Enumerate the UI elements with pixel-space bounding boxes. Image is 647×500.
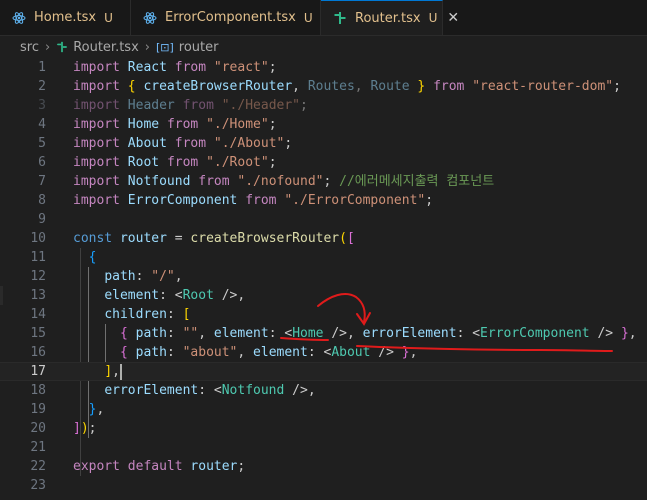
close-icon[interactable]: ✕ [447, 10, 459, 26]
code-line: 20]); [30, 421, 97, 436]
code-line: 16 { path: "about", element: <About /> }… [30, 345, 418, 360]
code-line: 12 path: "/", [30, 269, 183, 284]
code-line: 9 [38, 212, 46, 227]
breadcrumb-file[interactable]: Router.tsx [73, 40, 139, 55]
untracked-badge: U [428, 11, 438, 25]
code-line: 15 { path: "", element: <Home />, errorE… [30, 326, 637, 341]
code-line: 1 import React from "react"; [38, 60, 277, 75]
code-line: 2 import { createBrowserRouter, Routes, R… [38, 79, 621, 94]
code-line: 6 import Root from "./Root"; [38, 155, 277, 170]
code-line: 19 }, [30, 402, 105, 417]
code-line: 10 const router = createBrowserRouter([ [30, 231, 355, 246]
code-line: 7 import Notfound from "./nofound"; //에러메… [38, 174, 495, 189]
code-line: 18 errorElement: <Notfound />, [30, 383, 316, 398]
tab-label: ErrorComponent.tsx [165, 10, 296, 25]
code-line-current: 17 ], [0, 362, 647, 381]
code-line: 14 children: [ [30, 307, 191, 322]
code-line: 11 { [30, 250, 97, 265]
chevron-right-icon: › [144, 39, 150, 55]
chevron-right-icon: › [44, 39, 51, 55]
tab-home[interactable]: Home.tsx U [0, 0, 131, 35]
tab-router[interactable]: Router.tsx U ✕ [321, 0, 459, 35]
code-line: 4 import Home from "./Home"; [38, 117, 277, 132]
untracked-badge: U [104, 10, 113, 25]
react-router-icon [56, 41, 68, 53]
react-icon [143, 11, 157, 25]
breadcrumb-folder[interactable]: src [20, 40, 39, 55]
editor-tab-bar: Home.tsx U ErrorComponent.tsx U Router.t… [0, 0, 647, 36]
react-icon [12, 11, 26, 25]
code-line: 21 [30, 440, 46, 455]
code-line: 22 export default router; [30, 459, 246, 474]
variable-icon: [⊡] [155, 40, 174, 54]
breadcrumb: src › Router.tsx › [⊡] router [0, 36, 647, 58]
tab-label: Home.tsx [34, 10, 97, 25]
tab-error-component[interactable]: ErrorComponent.tsx U [131, 0, 321, 35]
code-line: 5 import About from "./About"; [38, 136, 293, 151]
react-router-icon [333, 11, 347, 25]
code-line: 3 import Header from "./Header"; [38, 98, 308, 113]
code-line: 13 element: <Root />, [30, 288, 246, 303]
code-line: 8 import ErrorComponent from "./ErrorComp… [38, 193, 434, 208]
breadcrumb-symbol[interactable]: router [179, 40, 219, 55]
code-editor[interactable]: 1 import React from "react"; 2 import { cr… [0, 58, 647, 500]
tab-label: Router.tsx [355, 10, 421, 26]
code-line: 23 [30, 478, 46, 493]
text-cursor [119, 363, 122, 380]
untracked-badge: U [303, 10, 313, 25]
